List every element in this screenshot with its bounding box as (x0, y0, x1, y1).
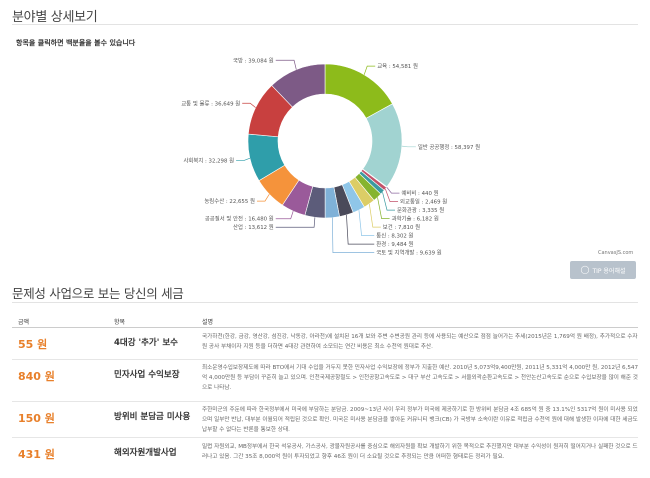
row-item: 4대강 '추가' 보수 (114, 338, 178, 348)
lightbulb-icon: ◯ (580, 265, 590, 274)
slice-leader-line (401, 145, 416, 148)
tip-glossary-button[interactable]: ◯ TIP 용어해설 (570, 261, 636, 279)
slice-label: 교통 및 물류 : 36,649 원 (181, 99, 240, 107)
slice-label: 일반 공공행정 : 58,397 원 (418, 143, 480, 151)
row-desc: 주한미군의 주둔에 따라 한국정부에서 미국에 부담하는 분담금. 2009~1… (202, 407, 638, 433)
slice-leader-line (385, 188, 399, 202)
slice-leader-line (242, 102, 256, 108)
slice-leader-line (275, 211, 294, 220)
slice-label: 국방 : 39,084 원 (233, 56, 274, 64)
slice-label: 통신 : 8,302 원 (376, 232, 413, 240)
slice-leader-line (363, 65, 376, 75)
row-item: 방위비 분담금 미사용 (114, 412, 191, 422)
section-title-detail: 분야별 상세보기 (12, 10, 98, 25)
slice-leader-line (275, 59, 297, 70)
slice-label: 산업 : 13,612 원 (233, 223, 274, 231)
slice-label: 보건 : 7,810 원 (383, 223, 420, 231)
chart-credit[interactable]: CanvasJS.com (598, 250, 633, 256)
table-row: 431 원 해외자원개발사업 밀렵 자원외교, MB정부에서 한국 석유공사, … (12, 438, 638, 476)
row-item: 해외자원개발사업 (114, 448, 177, 458)
slice-label: 농림수산 : 22,655 원 (204, 197, 255, 205)
slice-label: 국토 및 지역개발 : 9,639 원 (376, 249, 442, 257)
table-row: 150 원 방위비 분담금 미사용 주한미군의 주둔에 따라 한국정부에서 미국… (12, 402, 638, 438)
header-desc: 설명 (202, 319, 214, 326)
slice-label: 환경 : 9,484 원 (376, 240, 413, 248)
row-amount: 55 원 (18, 338, 48, 351)
slice-leader-line (236, 157, 251, 161)
row-amount: 150 원 (18, 412, 55, 425)
donut-chart[interactable]: 교육 : 54,581 원일반 공공행정 : 58,397 원예비비 : 440… (0, 40, 650, 262)
table-row: 840 원 민자사업 수익보장 최소운영수입보장제도에 따라 BTO에서 기대 … (12, 360, 638, 402)
slice-label: 사회복지 : 32,298 원 (183, 156, 234, 164)
slice-label: 공공질서 및 안전 : 16,480 원 (205, 215, 274, 223)
slice-label: 교육 : 54,581 원 (377, 62, 418, 70)
slice-leader-line (346, 214, 375, 245)
row-desc: 밀렵 자원외교, MB정부에서 한국 석유공사, 가스공사, 광물자원공사를 중… (202, 444, 638, 460)
slice-leader-line (256, 193, 270, 202)
table-header: 금액 항목 설명 (12, 312, 638, 328)
slice-leader-line (382, 192, 396, 211)
section-divider (12, 24, 638, 25)
row-item: 민자사업 수익보장 (114, 370, 180, 380)
slice-leader-line (386, 186, 400, 194)
slice-leader-line (369, 203, 381, 228)
tip-button-label: TIP 용어해설 (592, 267, 626, 275)
slice-leader-line (331, 217, 375, 253)
slice-label: 문화관광 : 3,335 원 (397, 206, 444, 214)
section-divider (12, 302, 638, 303)
header-amount: 금액 (18, 319, 30, 326)
header-item: 항목 (114, 319, 126, 326)
slice-label: 외교통일 : 2,469 원 (400, 198, 447, 206)
row-amount: 431 원 (18, 448, 55, 461)
row-desc: 최소운영수입보장제도에 따라 BTO에서 기대 수입을 거두지 못한 민자사업 … (202, 365, 639, 391)
slice-label: 예비비 : 440 원 (401, 189, 438, 197)
slice-leader-line (377, 197, 390, 219)
row-desc: 국가하천(한강, 금강, 영산강, 섬진강, 낙동강, 아라천)에 설치된 16… (202, 334, 638, 350)
table-row: 55 원 4대강 '추가' 보수 국가하천(한강, 금강, 영산강, 섬진강, … (12, 328, 638, 360)
section-title-problem: 문제성 사업으로 보는 당신의 세금 (12, 286, 184, 301)
slice-label: 과학기술 : 6,182 원 (392, 215, 439, 223)
row-amount: 840 원 (18, 370, 55, 383)
problem-projects-table: 금액 항목 설명 55 원 4대강 '추가' 보수 국가하천(한강, 금강, 영… (12, 312, 638, 476)
